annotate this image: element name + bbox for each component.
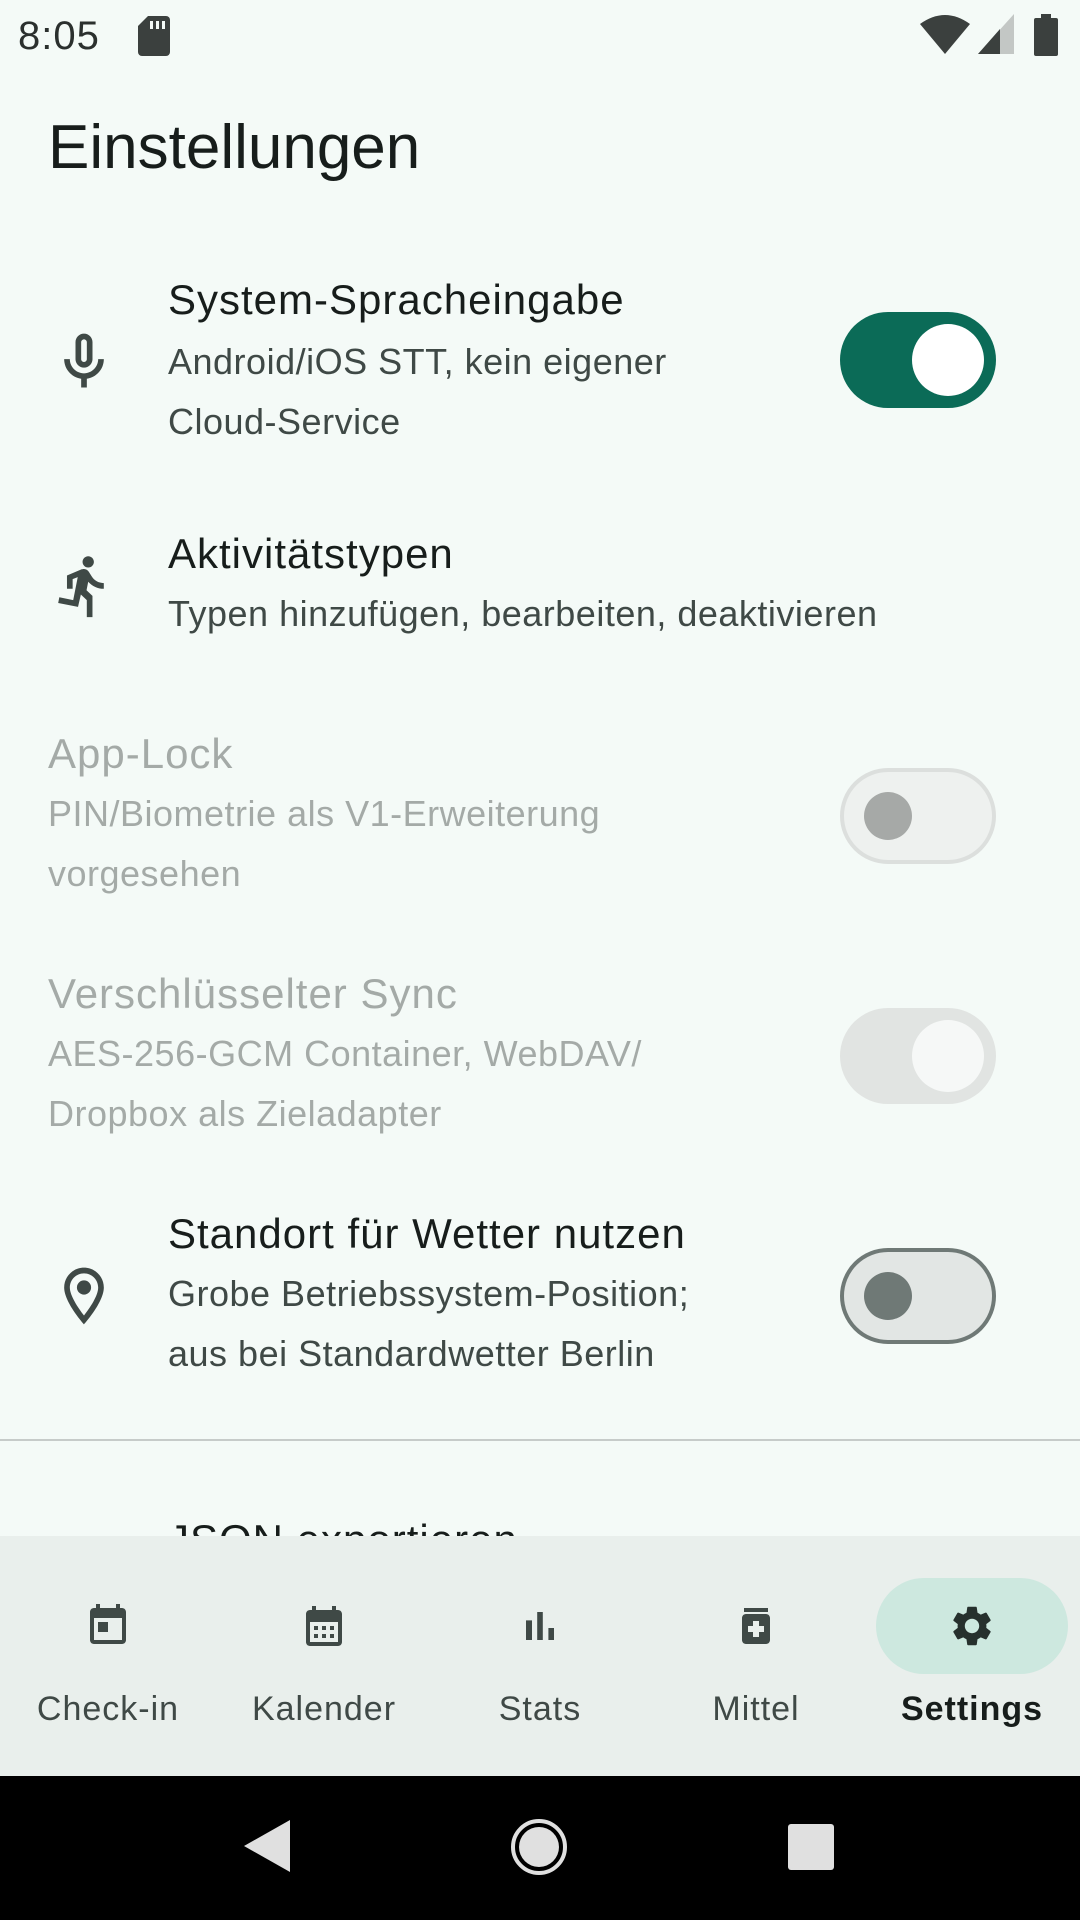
calendar-today-icon xyxy=(90,1604,126,1644)
running-person-icon xyxy=(58,556,104,618)
nav-item-calendar[interactable]: Kalender xyxy=(216,1536,432,1776)
nav-item-settings[interactable]: Settings xyxy=(864,1536,1080,1776)
bottom-navigation: Check-in Kalender Stats Mittel Settings xyxy=(0,1536,1080,1776)
nav-label: Stats xyxy=(498,1690,582,1728)
battery-icon xyxy=(1034,14,1058,56)
setting-voice-input[interactable]: System-Spracheingabe Android/iOS STT, ke… xyxy=(0,264,1080,460)
setting-title: Aktivitätstypen xyxy=(168,530,454,577)
setting-weather-location[interactable]: Standort für Wetter nutzen Grobe Betrieb… xyxy=(0,1200,1080,1396)
setting-app-lock: App-Lock PIN/Biometrie als V1-Erweiterun… xyxy=(0,720,1080,910)
setting-title: Verschlüsselter Sync xyxy=(48,970,458,1017)
page-title: Einstellungen xyxy=(48,113,421,182)
bar-chart-icon xyxy=(526,1612,554,1640)
location-pin-icon xyxy=(64,1267,104,1325)
switch-thumb xyxy=(912,324,984,396)
setting-subtitle: Typen hinzufügen, bearbeiten, deaktivier… xyxy=(168,593,878,634)
sd-card-icon xyxy=(138,16,170,56)
nav-label: Mittel xyxy=(712,1690,800,1728)
nav-label: Kalender xyxy=(251,1690,397,1728)
cell-signal-icon xyxy=(978,14,1014,54)
weather-location-switch[interactable] xyxy=(840,1248,996,1344)
switch-thumb xyxy=(864,1272,912,1320)
encrypted-sync-switch xyxy=(840,1008,996,1104)
calendar-month-icon xyxy=(306,1606,342,1646)
setting-activity-types[interactable]: Aktivitätstypen Typen hinzufügen, bearbe… xyxy=(0,524,1080,664)
microphone-icon xyxy=(64,333,104,388)
back-icon[interactable] xyxy=(244,1820,290,1872)
system-navigation-bar xyxy=(0,1776,1080,1920)
setting-subtitle: Grobe Betriebssystem-Position; aus bei S… xyxy=(168,1273,690,1374)
status-bar: 8:05 xyxy=(0,0,1080,76)
voice-input-switch[interactable] xyxy=(840,312,996,408)
setting-subtitle: Android/iOS STT, kein eigener Cloud-Serv… xyxy=(168,341,667,442)
setting-subtitle: AES-256-GCM Container, WebDAV/ Dropbox a… xyxy=(48,1033,642,1134)
nav-item-mittel[interactable]: Mittel xyxy=(648,1536,864,1776)
setting-encrypted-sync: Verschlüsselter Sync AES-256-GCM Contain… xyxy=(0,960,1080,1150)
status-time: 8:05 xyxy=(18,14,100,58)
nav-item-stats[interactable]: Stats xyxy=(432,1536,648,1776)
section-divider xyxy=(0,1439,1080,1441)
recents-icon[interactable] xyxy=(788,1824,834,1870)
switch-thumb xyxy=(912,1020,984,1092)
setting-title: System-Spracheingabe xyxy=(168,276,625,323)
nav-label: Settings xyxy=(900,1690,1044,1728)
setting-title: Standort für Wetter nutzen xyxy=(168,1210,686,1257)
medication-icon xyxy=(742,1608,770,1644)
wifi-icon xyxy=(920,15,970,54)
app-lock-switch xyxy=(840,768,996,864)
gear-icon xyxy=(953,1606,991,1646)
setting-title: App-Lock xyxy=(48,730,234,777)
nav-item-check-in[interactable]: Check-in xyxy=(0,1536,216,1776)
setting-subtitle: PIN/Biometrie als V1-Erweiterung vorgese… xyxy=(48,793,601,894)
nav-label: Check-in xyxy=(36,1690,180,1728)
home-icon[interactable] xyxy=(510,1818,568,1876)
switch-thumb xyxy=(864,792,912,840)
